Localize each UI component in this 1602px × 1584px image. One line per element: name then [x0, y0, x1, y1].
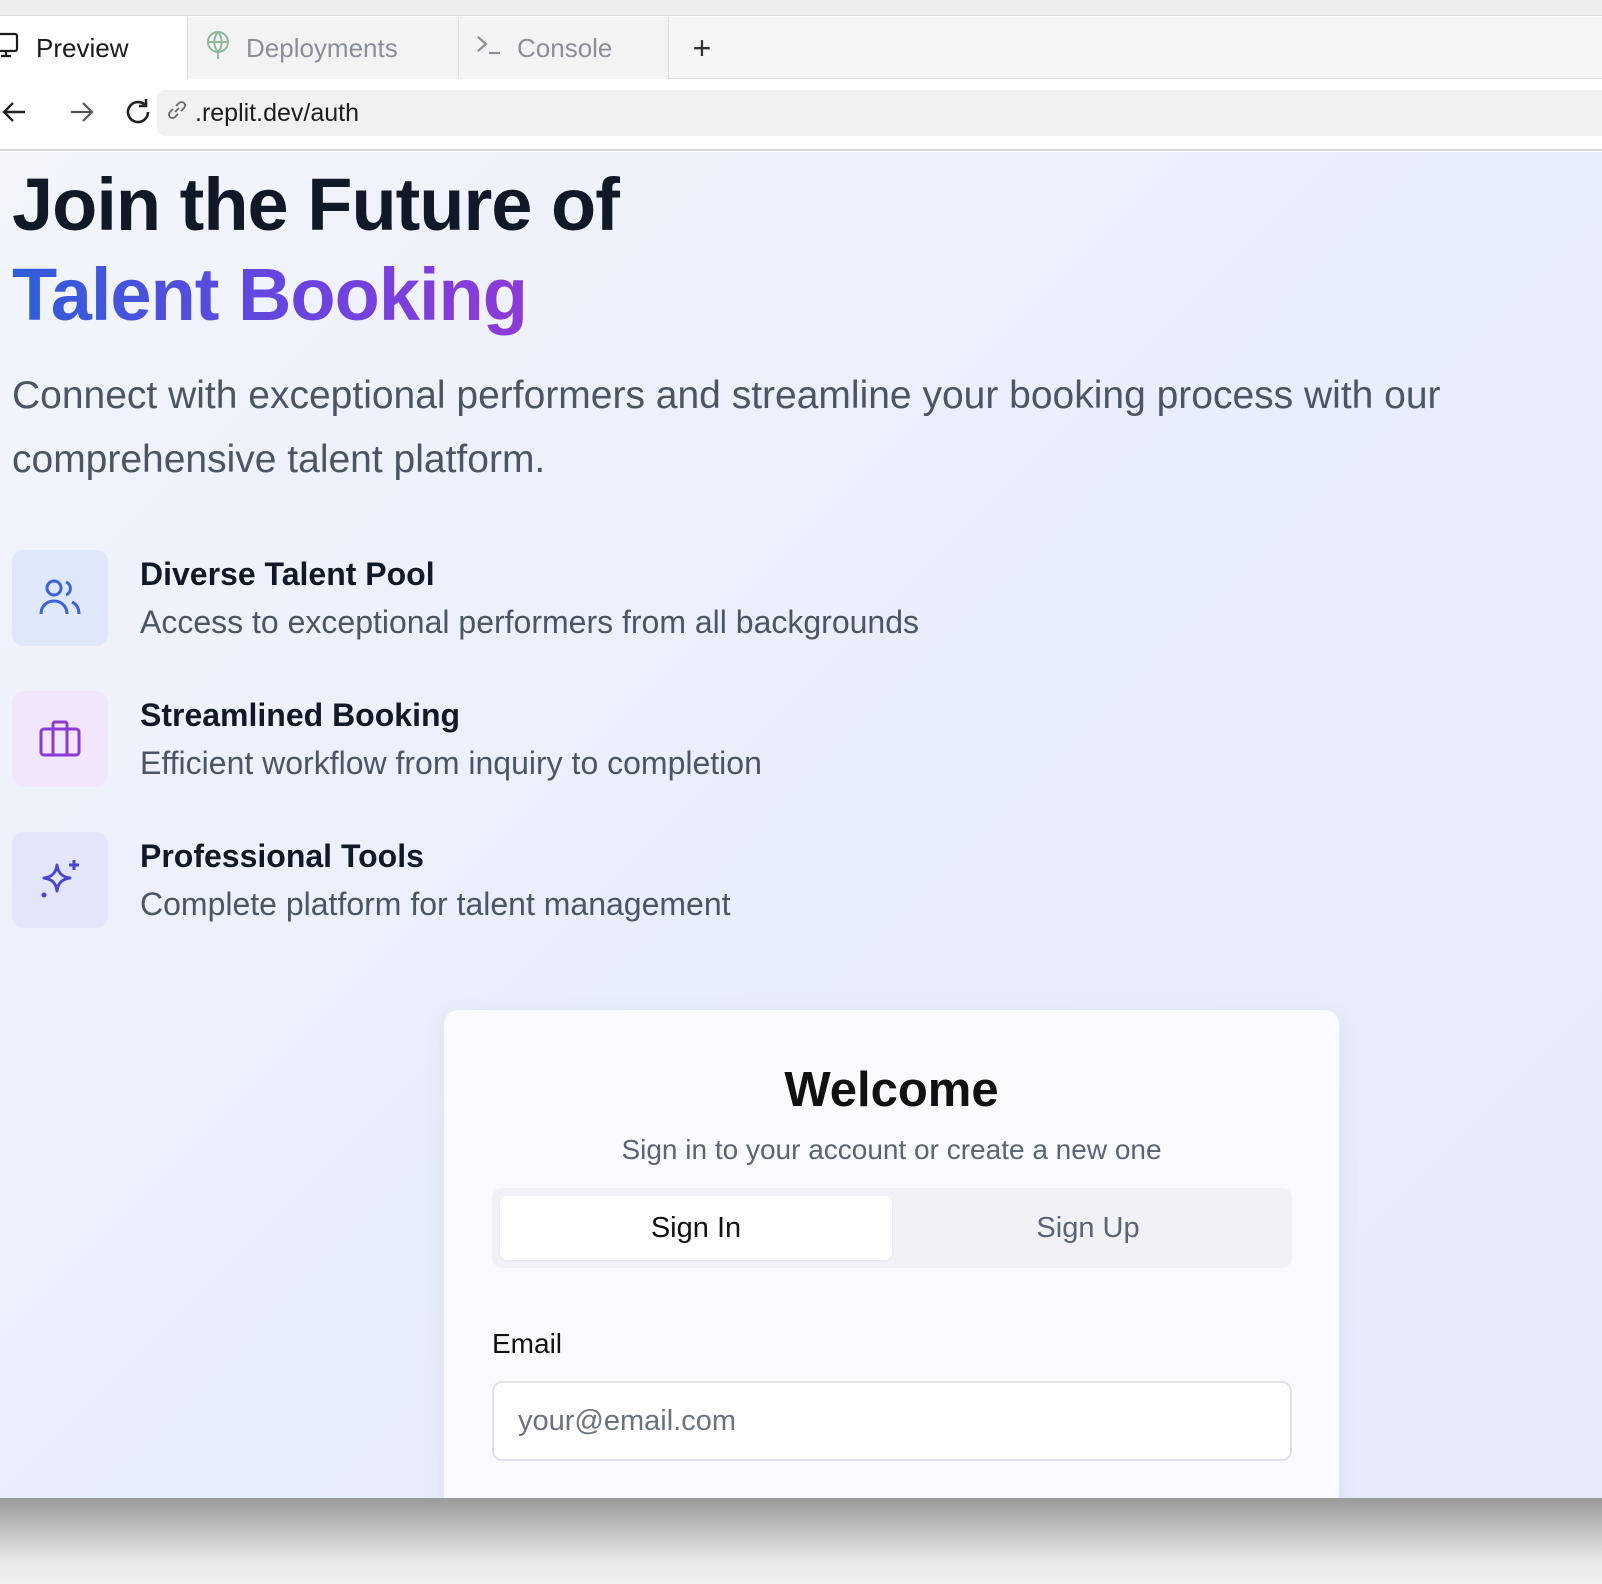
hero-title-line2: Talent Booking	[12, 250, 528, 340]
forward-button[interactable]	[54, 87, 110, 143]
url-text: .replit.dev/auth	[195, 98, 359, 127]
link-icon	[165, 98, 189, 129]
tab-label: Console	[517, 32, 613, 63]
window-shadow	[0, 1498, 1602, 1584]
tab-label: Preview	[36, 32, 129, 63]
feature-title: Diverse Talent Pool	[140, 556, 435, 592]
briefcase-icon	[12, 691, 108, 787]
navigation-bar: .replit.dev/auth	[0, 80, 1602, 151]
sparkles-icon	[12, 832, 108, 928]
feature-diverse-talent: Diverse Talent Pool Access to exceptiona…	[12, 550, 1012, 646]
arrow-right-icon	[68, 99, 96, 130]
users-icon	[12, 550, 108, 646]
address-bar[interactable]: .replit.dev/auth	[157, 90, 1602, 136]
feature-description: Efficient workflow from inquiry to compl…	[140, 745, 762, 781]
feature-streamlined-booking: Streamlined Booking Efficient workflow f…	[12, 691, 1012, 787]
tab-label: Deployments	[246, 32, 398, 63]
terminal-icon	[475, 32, 503, 65]
tab-sign-in[interactable]: Sign In	[500, 1196, 892, 1260]
tab-deployments[interactable]: Deployments	[188, 17, 459, 79]
feature-professional-tools: Professional Tools Complete platform for…	[12, 832, 1012, 928]
auth-title: Welcome	[784, 1063, 999, 1117]
window-top-strip	[0, 0, 1602, 16]
feature-description: Access to exceptional performers from al…	[140, 604, 920, 640]
monitor-icon	[0, 31, 22, 66]
feature-title: Streamlined Booking	[140, 697, 461, 733]
deployments-icon	[204, 30, 232, 67]
arrow-left-icon	[1, 99, 29, 130]
tab-preview[interactable]: Preview	[0, 17, 188, 79]
hero-title-line1: Join the Future of	[12, 163, 620, 246]
auth-tabs: Sign In Sign Up	[492, 1188, 1292, 1268]
email-label: Email	[492, 1328, 563, 1359]
feature-description: Complete platform for talent management	[140, 886, 731, 922]
feature-title: Professional Tools	[140, 838, 424, 874]
tab-console[interactable]: Console	[459, 17, 669, 79]
tab-sign-up[interactable]: Sign Up	[892, 1196, 1284, 1260]
tab-bar: Preview Deployments Console +	[0, 17, 1602, 79]
page-content: Join the Future of Talent Booking Connec…	[0, 152, 1602, 1498]
hero-description: Connect with exceptional performers and …	[12, 374, 1441, 481]
auth-card: Welcome Sign in to your account or creat…	[444, 1010, 1339, 1498]
back-button[interactable]	[0, 87, 30, 143]
plus-icon: +	[692, 29, 712, 66]
new-tab-button[interactable]: +	[669, 17, 735, 79]
auth-subtitle: Sign in to your account or create a new …	[621, 1134, 1162, 1165]
reload-icon	[122, 96, 154, 133]
email-field[interactable]	[492, 1381, 1292, 1461]
browser-window: Preview Deployments Console + .replit.de…	[0, 0, 1602, 1498]
